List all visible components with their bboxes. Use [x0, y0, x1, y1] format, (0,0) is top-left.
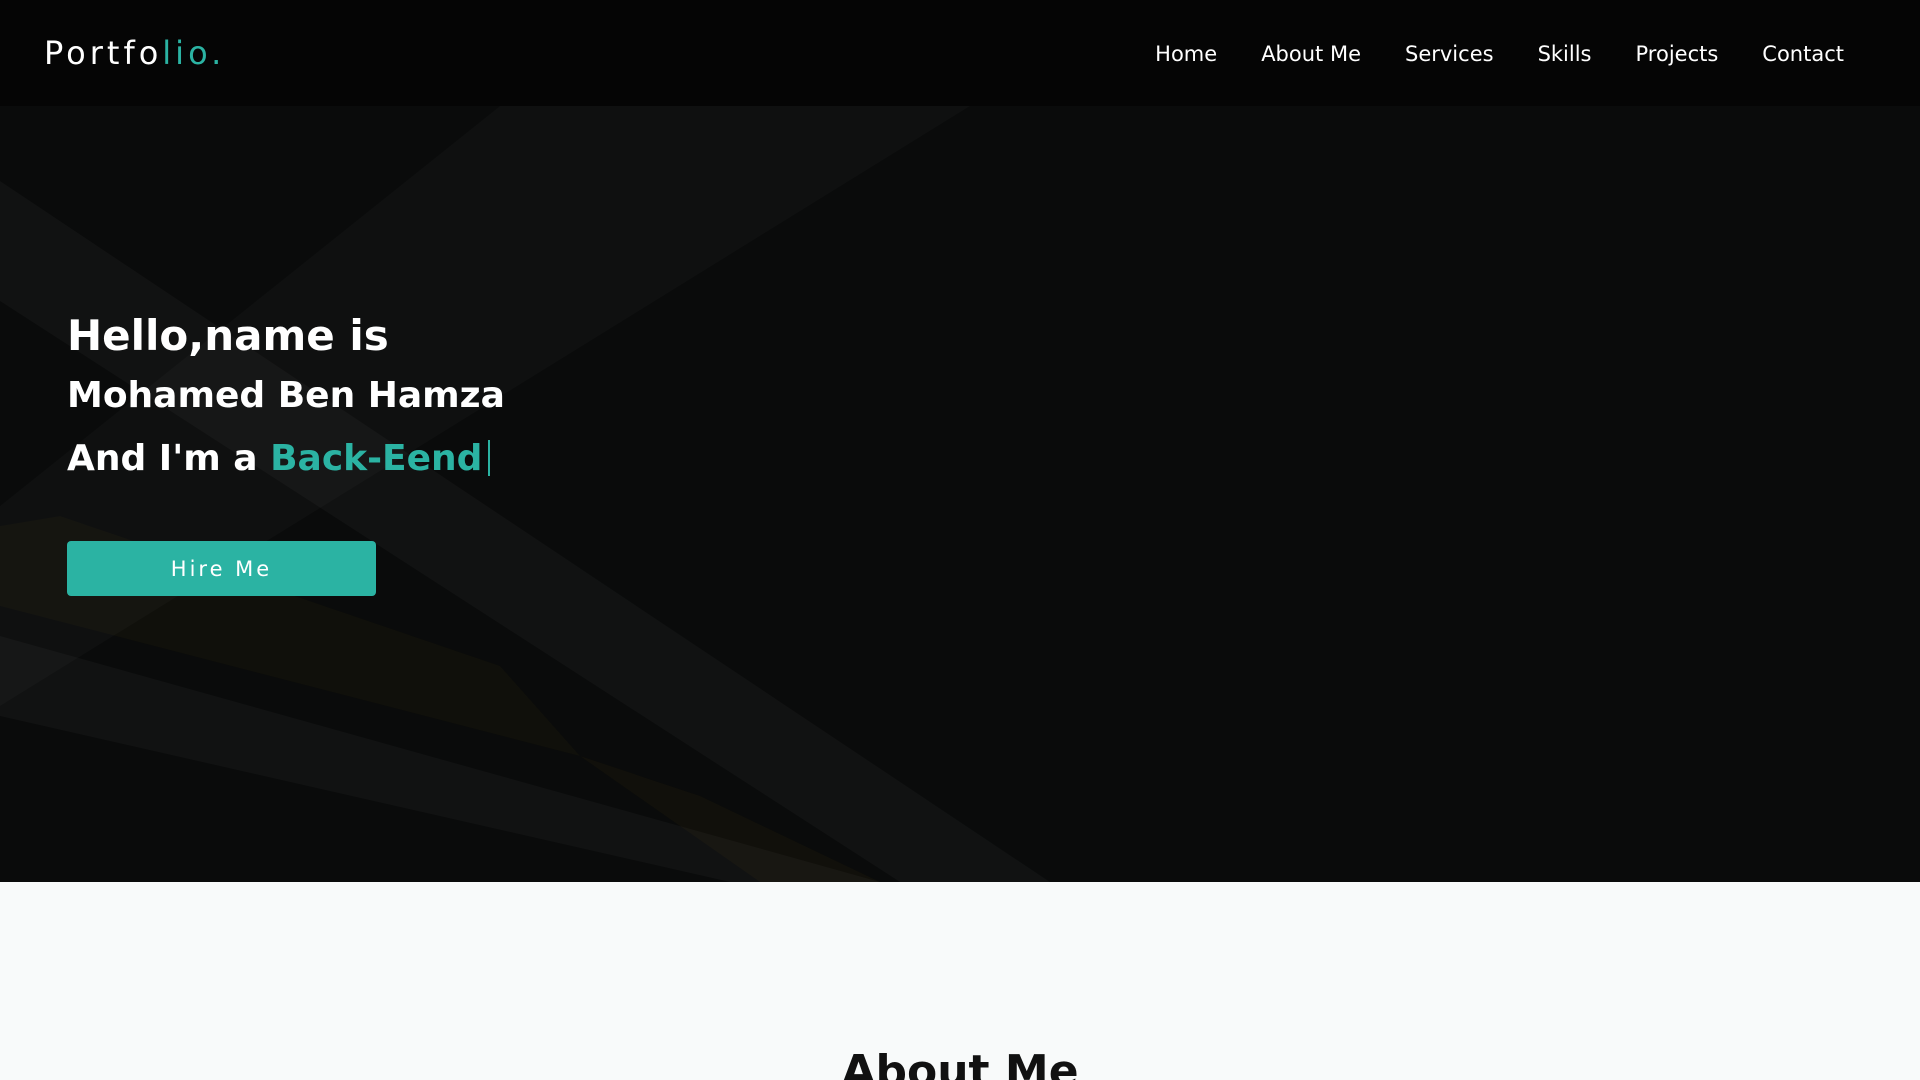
nav-projects[interactable]: Projects — [1636, 38, 1719, 70]
about-section: About Me — [0, 882, 1920, 1080]
navbar: Portfolio. Home About Me Services Skills… — [0, 0, 1920, 106]
nav-menu: Home About Me Services Skills Projects C… — [1155, 38, 1844, 70]
nav-services[interactable]: Services — [1405, 38, 1494, 70]
hero-role: And I'm a Back-Eend — [67, 436, 491, 482]
logo-main-text: Portfo — [44, 34, 163, 72]
hero-name: Mohamed Ben Hamza — [67, 375, 505, 416]
portfolio-page: Portfolio. Home About Me Services Skills… — [0, 0, 1920, 1080]
nav-contact[interactable]: Contact — [1762, 38, 1844, 70]
hire-me-button[interactable]: Hire Me — [67, 541, 376, 596]
role-prefix: And I'm a — [67, 438, 271, 479]
about-title: About Me — [841, 1046, 1079, 1080]
role-typed-text: Back-Eend — [270, 438, 483, 479]
hero-section: Hello,name is Mohamed Ben Hamza And I'm … — [0, 106, 1920, 882]
logo[interactable]: Portfolio. — [44, 33, 225, 73]
nav-about-me[interactable]: About Me — [1261, 38, 1361, 70]
typing-cursor — [488, 440, 491, 476]
hero-background-pattern — [580, 756, 880, 882]
nav-home[interactable]: Home — [1155, 38, 1217, 70]
hero-greeting: Hello,name is — [67, 311, 389, 360]
nav-skills[interactable]: Skills — [1538, 38, 1592, 70]
logo-accent-text: lio. — [162, 34, 226, 72]
